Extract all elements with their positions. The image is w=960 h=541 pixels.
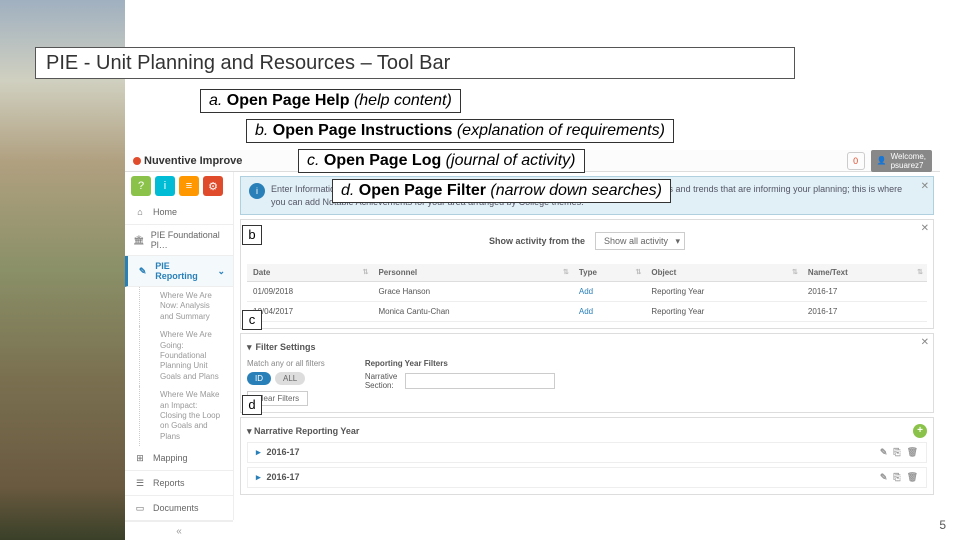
nav-reporting[interactable]: ✎PIE Reporting⌄ [125, 256, 233, 287]
copy-icon: ⎘ [893, 472, 900, 483]
marker-c: c [242, 310, 262, 330]
col-personnel[interactable]: Personnel [372, 264, 572, 282]
nav-sub-where-now[interactable]: Where We Are Now: Analysis and Summary [139, 287, 233, 326]
section-input[interactable] [405, 373, 555, 389]
col-object[interactable]: Object [645, 264, 802, 282]
col-name[interactable]: Name/Text [802, 264, 927, 282]
slide-title: PIE - Unit Planning and Resources – Tool… [46, 52, 450, 74]
left-sidebar: ? i ≡ ⚙ ⌂Home 🏛PIE Foundational Pl… ✎PIE… [125, 172, 233, 520]
chevron-down-icon: ⌄ [217, 266, 225, 277]
nav-reports[interactable]: ☰Reports [125, 471, 233, 496]
delete-icon: 🗑 [907, 472, 918, 483]
user-menu[interactable]: 👤 Welcome,psuarez7 [871, 150, 932, 172]
nav-sub-where-impact[interactable]: Where We Make an Impact: Closing the Loo… [139, 386, 233, 446]
label-d: d. Open Page Filter (narrow down searche… [332, 179, 671, 203]
tool-bar: ? i ≡ ⚙ [125, 172, 233, 200]
copy-icon: ⎘ [893, 447, 900, 458]
folder-icon: ▭ [133, 501, 147, 515]
narrative-row[interactable]: ▸2016-17 ✎⎘🗑 [247, 467, 927, 488]
label-a: a. Open Page Help (help content) [200, 89, 461, 113]
narrative-panel: ▾ Narrative Reporting Year + ▸2016-17 ✎⎘… [240, 417, 934, 495]
log-button[interactable]: ≡ [179, 176, 199, 196]
app-logo: Nuventive Improve [133, 155, 242, 167]
background-photo [0, 0, 125, 540]
notification-badge[interactable]: 0 [847, 152, 865, 170]
help-button[interactable]: ? [131, 176, 151, 196]
activity-select[interactable]: Show all activity [595, 232, 685, 250]
page-number: 5 [939, 518, 946, 532]
caret-right-icon: ▸ [256, 447, 261, 457]
nav-mapping[interactable]: ⊞Mapping [125, 446, 233, 471]
nav-foundational[interactable]: 🏛PIE Foundational Pl… [125, 225, 233, 256]
close-icon[interactable]: ✕ [921, 180, 929, 194]
reports-icon: ☰ [133, 476, 147, 490]
nav-documents[interactable]: ▭Documents [125, 496, 233, 521]
label-b: b. Open Page Instructions (explanation o… [246, 119, 674, 143]
marker-b: b [242, 225, 262, 245]
app-screenshot: Nuventive Improve 0 👤 Welcome,psuarez7 ?… [125, 150, 940, 520]
label-c: c. Open Page Log (journal of activity) [298, 149, 585, 173]
filter-panel: ✕ ▾Filter Settings Match any or all filt… [240, 333, 934, 413]
info-icon: i [249, 183, 265, 199]
activity-table: Date Personnel Type Object Name/Text 01/… [247, 264, 927, 322]
filter-all-pill[interactable]: ALL [275, 372, 305, 385]
slide-title-box: PIE - Unit Planning and Resources – Tool… [35, 47, 795, 79]
nav-home[interactable]: ⌂Home [125, 200, 233, 225]
caret-down-icon[interactable]: ▾ [247, 426, 252, 436]
caret-down-icon[interactable]: ▾ [247, 342, 252, 353]
collapse-sidebar[interactable]: « [125, 521, 233, 541]
close-icon[interactable]: ✕ [921, 337, 929, 348]
institution-icon: 🏛 [133, 233, 145, 247]
pencil-icon: ✎ [136, 264, 149, 278]
edit-icon: ✎ [880, 447, 888, 458]
row-actions[interactable]: ✎ ⎘ 🗑 [880, 447, 918, 458]
col-type[interactable]: Type [573, 264, 646, 282]
instructions-button[interactable]: i [155, 176, 175, 196]
row-actions[interactable]: ✎ ⎘ 🗑 [880, 472, 918, 483]
table-row: 10/04/2017 Monica Cantu-Chan Add Reporti… [247, 302, 927, 322]
caret-right-icon: ▸ [256, 472, 261, 482]
sitemap-icon: ⊞ [133, 451, 147, 465]
add-button[interactable]: + [913, 424, 927, 438]
log-panel: ✕ Show activity from the Show all activi… [240, 219, 934, 329]
filter-id-pill[interactable]: ID [247, 372, 271, 385]
log-label: Show activity from the [489, 236, 585, 246]
content-area: ✕ i Enter Information for your Unit here… [233, 172, 940, 520]
filter-button[interactable]: ⚙ [203, 176, 223, 196]
col-date[interactable]: Date [247, 264, 372, 282]
user-icon: 👤 [877, 156, 887, 165]
edit-icon: ✎ [880, 472, 888, 483]
marker-d: d [242, 395, 262, 415]
type-link[interactable]: Add [579, 287, 593, 296]
table-row: 01/09/2018 Grace Hanson Add Reporting Ye… [247, 282, 927, 302]
nav-sub-where-going[interactable]: Where We Are Going: Foundational Plannin… [139, 326, 233, 386]
delete-icon: 🗑 [907, 447, 918, 458]
narrative-row[interactable]: ▸2016-17 ✎⎘🗑 [247, 442, 927, 463]
type-link[interactable]: Add [579, 307, 593, 316]
home-icon: ⌂ [133, 205, 147, 219]
close-icon[interactable]: ✕ [921, 223, 929, 234]
